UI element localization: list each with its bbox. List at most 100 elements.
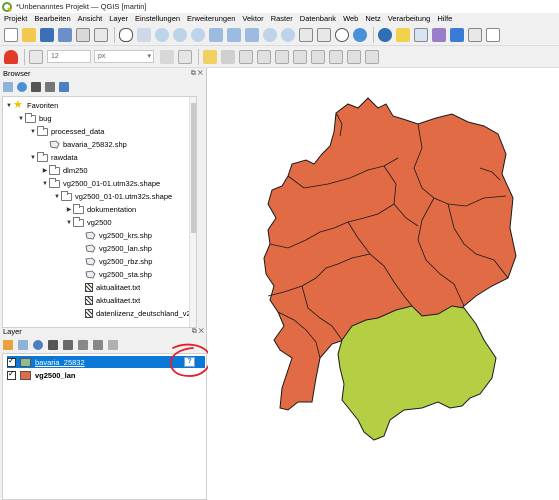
filter-icon[interactable] xyxy=(48,340,58,350)
save-edits-icon[interactable] xyxy=(221,49,235,64)
tree-item-vg2500-krs[interactable]: vg2500_krs.shp xyxy=(85,229,152,242)
statistics-icon[interactable] xyxy=(450,27,464,42)
zoom-last-icon[interactable] xyxy=(263,27,277,42)
pencil-icon[interactable] xyxy=(203,49,217,64)
expand-arrow-icon[interactable]: ▼ xyxy=(53,194,61,200)
layer-symbol-swatch[interactable] xyxy=(20,370,31,380)
zoom-layer-icon[interactable] xyxy=(245,27,259,42)
redo-icon[interactable] xyxy=(365,49,379,64)
delete-selected-icon[interactable] xyxy=(275,49,289,64)
zoom-native-icon[interactable] xyxy=(191,27,205,42)
save-as-icon[interactable] xyxy=(58,27,72,42)
menu-projekt[interactable]: Projekt xyxy=(4,14,27,23)
refresh-icon[interactable] xyxy=(353,27,367,42)
menu-layer[interactable]: Layer xyxy=(109,14,128,23)
show-bookmarks-icon[interactable] xyxy=(317,27,331,42)
panel-float-close-icon[interactable]: ⧉ ✕ xyxy=(191,70,203,78)
expand-arrow-icon[interactable]: ▼ xyxy=(65,220,73,226)
menu-hilfe[interactable]: Hilfe xyxy=(437,14,452,23)
menu-web[interactable]: Web xyxy=(343,14,358,23)
zoom-in-icon[interactable] xyxy=(155,27,169,42)
refresh-icon[interactable] xyxy=(17,81,27,92)
expand-all-icon[interactable] xyxy=(78,340,88,350)
tree-item-aktualitaet-1[interactable]: aktualitaet.txt xyxy=(85,281,140,294)
bavaria-polygon[interactable] xyxy=(337,305,497,441)
tree-item-vg2500-sta[interactable]: vg2500_sta.shp xyxy=(85,268,152,281)
expand-arrow-icon[interactable]: ▼ xyxy=(41,181,49,187)
vertex-tool-icon[interactable] xyxy=(257,49,271,64)
tree-item-rawdata[interactable]: ▼ rawdata xyxy=(29,151,78,164)
map-canvas[interactable] xyxy=(208,68,559,500)
tree-item-vg2500-folder[interactable]: ▼ vg2500_01-01.utm32s.shape xyxy=(53,190,172,203)
germany-map[interactable] xyxy=(208,68,559,500)
layer-item-vg2500-lan[interactable]: vg2500_lan xyxy=(7,369,75,381)
tree-item-vg2500-zip[interactable]: ▼ vg2500_01-01.utm32s.shape xyxy=(41,177,160,190)
tree-item-vg2500-rbz[interactable]: vg2500_rbz.shp xyxy=(85,255,152,268)
tree-item-bug[interactable]: ▼ bug xyxy=(17,112,52,125)
new-project-icon[interactable] xyxy=(4,27,18,42)
layer-styling-icon[interactable] xyxy=(3,340,13,350)
unit-select[interactable]: px xyxy=(94,50,154,63)
open-project-icon[interactable] xyxy=(22,27,36,42)
expand-arrow-icon[interactable]: ▼ xyxy=(29,129,37,135)
menu-datenbank[interactable]: Datenbank xyxy=(300,14,336,23)
print-layout-icon[interactable] xyxy=(76,27,90,42)
layer-visibility-checkbox[interactable] xyxy=(7,369,16,380)
field-calculator-icon[interactable] xyxy=(432,27,446,42)
expand-arrow-icon[interactable]: ▼ xyxy=(29,155,37,161)
magnet-icon[interactable] xyxy=(4,49,18,64)
menu-bearbeiten[interactable]: Bearbeiten xyxy=(34,14,70,23)
collapse-all-icon[interactable] xyxy=(93,340,103,350)
new-bookmark-icon[interactable] xyxy=(299,27,313,42)
attribute-table-icon[interactable] xyxy=(414,27,428,42)
pan-to-selection-icon[interactable] xyxy=(137,27,151,42)
collapse-all-icon[interactable] xyxy=(45,81,55,92)
measure-icon[interactable] xyxy=(468,27,482,42)
manage-visibility-icon[interactable] xyxy=(33,340,43,350)
add-feature-icon[interactable] xyxy=(239,49,253,64)
menu-erweiterungen[interactable]: Erweiterungen xyxy=(187,14,235,23)
layer-visibility-checkbox[interactable] xyxy=(7,356,16,367)
tree-item-bavaria-shp[interactable]: bavaria_25832.shp xyxy=(49,138,127,151)
expand-arrow-icon[interactable]: ▼ xyxy=(17,116,25,122)
expand-arrow-icon[interactable]: ▼ xyxy=(5,103,13,109)
filter-icon[interactable] xyxy=(31,81,41,92)
menu-verarbeitung[interactable]: Verarbeitung xyxy=(388,14,431,23)
temporal-controller-icon[interactable] xyxy=(335,27,349,42)
zoom-full-icon[interactable] xyxy=(209,27,223,42)
layer-symbol-swatch[interactable] xyxy=(20,357,31,367)
tree-item-dokumentation[interactable]: ▶ dokumentation xyxy=(65,203,136,216)
paste-features-icon[interactable] xyxy=(329,49,343,64)
menu-einstellungen[interactable]: Einstellungen xyxy=(135,14,180,23)
remove-geometry-icon[interactable] xyxy=(178,49,192,64)
identify-icon[interactable] xyxy=(378,27,392,42)
select-features-icon[interactable] xyxy=(396,27,410,42)
text-annotation-icon[interactable] xyxy=(486,27,500,42)
filter-expression-icon[interactable] xyxy=(63,340,73,350)
tree-item-datenlizenz[interactable]: datenlizenz_deutschland_v2_0.p xyxy=(85,307,196,320)
add-layer-icon[interactable] xyxy=(3,81,13,92)
menu-netz[interactable]: Netz xyxy=(365,14,380,23)
menu-vektor[interactable]: Vektor xyxy=(242,14,263,23)
tree-item-vg2500[interactable]: ▼ vg2500 xyxy=(65,216,112,229)
label-tool-icon[interactable] xyxy=(29,49,43,64)
tree-item-processed-data[interactable]: ▼ processed_data xyxy=(29,125,104,138)
font-size-input[interactable]: 12 xyxy=(47,50,91,63)
tree-item-favoriten[interactable]: ▼ ★ Favoriten xyxy=(5,99,58,112)
save-project-icon[interactable] xyxy=(40,27,54,42)
menu-ansicht[interactable]: Ansicht xyxy=(78,14,103,23)
remove-layer-icon[interactable] xyxy=(108,340,118,350)
undo-icon[interactable] xyxy=(347,49,361,64)
tree-item-vg2500-lan[interactable]: vg2500_lan.shp xyxy=(85,242,152,255)
menu-raster[interactable]: Raster xyxy=(271,14,293,23)
collapsed-arrow-icon[interactable]: ▶ xyxy=(41,167,49,174)
properties-icon[interactable] xyxy=(59,81,69,92)
collapsed-arrow-icon[interactable]: ▶ xyxy=(65,206,73,213)
zoom-out-icon[interactable] xyxy=(173,27,187,42)
cut-features-icon[interactable] xyxy=(293,49,307,64)
panel-float-close-icon[interactable]: ⧉ ✕ xyxy=(192,328,204,336)
zoom-next-icon[interactable] xyxy=(281,27,295,42)
zoom-selection-icon[interactable] xyxy=(227,27,241,42)
browser-scrollbar[interactable] xyxy=(189,97,196,327)
pan-icon[interactable] xyxy=(119,27,133,42)
